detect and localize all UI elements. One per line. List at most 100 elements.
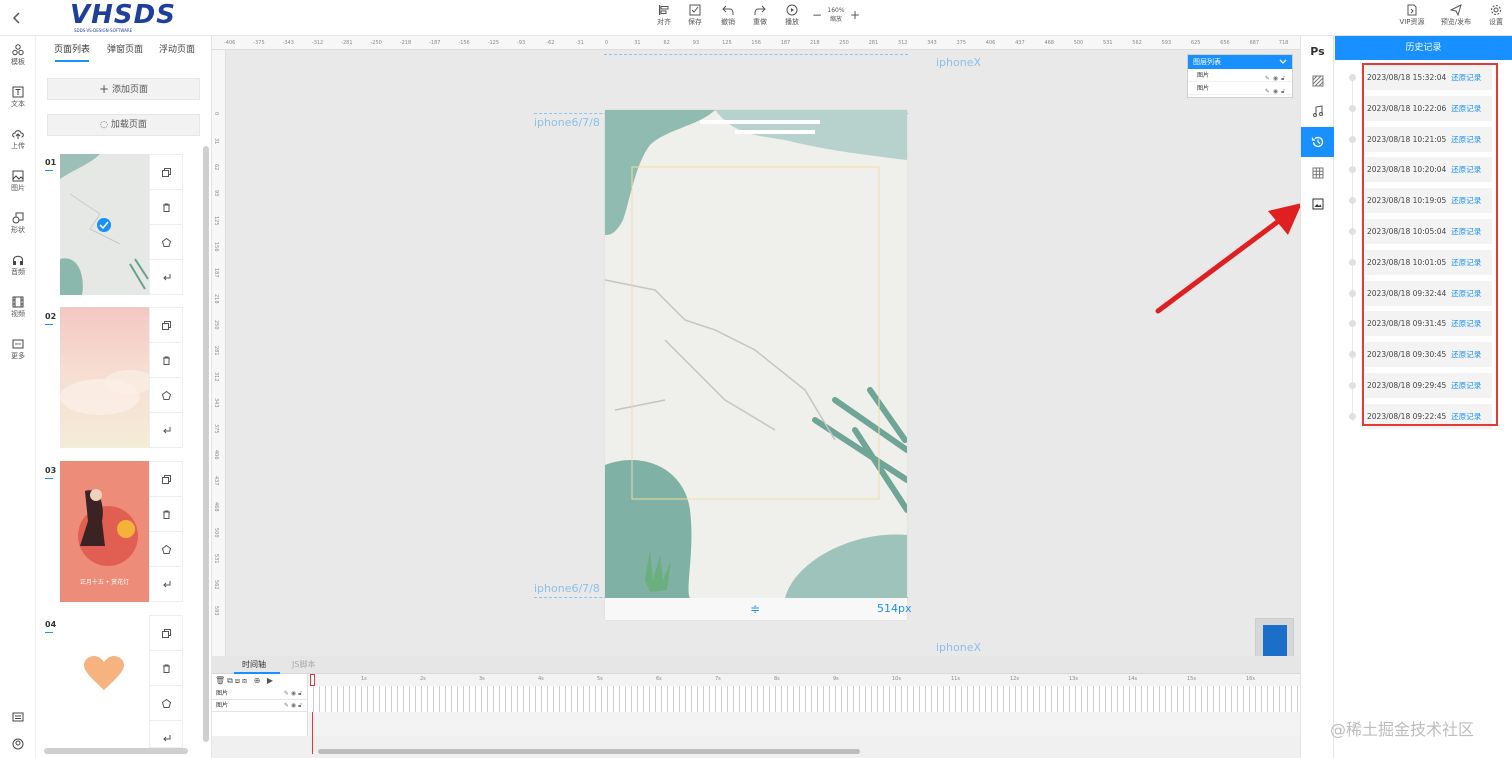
timeline-row[interactable]: 图片 ✎◉🔓︎ <box>212 688 308 700</box>
home-page-button[interactable] <box>150 532 182 567</box>
page-actions-3 <box>149 461 183 602</box>
timeline-row[interactable]: 图片 ✎◉🔓︎ <box>212 700 308 712</box>
vip-resources-button[interactable]: VIP资源 <box>1396 4 1428 27</box>
tab-page-list[interactable]: 页面列表 <box>54 42 90 55</box>
settings-button[interactable]: 设置 <box>1483 4 1509 27</box>
timeline-toolbar[interactable]: 🗑︎⧉⧈⧇ ⊕ ▶ <box>215 676 275 686</box>
grid-button[interactable] <box>1301 158 1334 188</box>
ruler-tick-label: 687 <box>1249 40 1260 46</box>
left-tool-rail: 模板 文本 上传 图片 形状 音频 视频 更多 <box>0 36 36 758</box>
undo-button[interactable]: 撤销 <box>714 4 742 27</box>
texture-button[interactable] <box>1301 66 1334 96</box>
timeline-second-label: 15s <box>1187 676 1196 682</box>
page-thumbnail-1[interactable] <box>60 154 149 295</box>
copy-icon <box>161 320 171 330</box>
enter-icon <box>162 735 170 742</box>
rail-item-template[interactable]: 模板 <box>0 44 36 67</box>
ruler-tick-label: -156 <box>458 40 470 46</box>
redo-button[interactable]: 重做 <box>746 4 774 27</box>
rail-item-image[interactable]: 图片 <box>0 170 36 193</box>
delete-page-button[interactable] <box>150 497 182 532</box>
image-frame-button[interactable] <box>1301 189 1334 219</box>
playhead-handle[interactable] <box>310 674 315 686</box>
page-thumbnail-3[interactable]: 正月十五 • 赏花灯 <box>60 461 149 602</box>
zoom-in-button[interactable]: + <box>850 8 860 22</box>
timeline-frames[interactable] <box>308 686 1300 712</box>
resize-handle-icon[interactable]: ≑ <box>750 602 760 616</box>
play-button[interactable]: 播放 <box>778 4 806 27</box>
chevron-down-icon <box>1279 59 1287 64</box>
delete-page-button[interactable] <box>150 343 182 378</box>
tab-floating-pages[interactable]: 浮动页面 <box>159 42 195 55</box>
layer-list-header[interactable]: 图层列表 <box>1188 55 1292 69</box>
photoshop-import-button[interactable]: Ps <box>1301 36 1334 66</box>
layer-row-icons[interactable]: ✎◉🔓︎ <box>1265 85 1288 98</box>
timeline-scrollbar[interactable] <box>318 749 860 754</box>
ruler-tick-label: -125 <box>487 40 500 46</box>
add-page-button[interactable]: + 添加页面 <box>47 78 200 100</box>
tab-popup-pages[interactable]: 弹窗页面 <box>107 42 143 55</box>
page-thumbnail-4[interactable] <box>60 615 149 748</box>
timeline-second-label: 2s <box>420 676 426 682</box>
rail-item-upload[interactable]: 上传 <box>0 128 36 151</box>
copy-page-button[interactable] <box>150 616 182 651</box>
rail-item-shape[interactable]: 形状 <box>0 212 36 235</box>
delete-page-button[interactable] <box>150 190 182 225</box>
layer-row[interactable]: 图片 ✎◉🔓︎ <box>1188 82 1292 95</box>
tab-js-script[interactable]: JS脚本 <box>292 659 315 670</box>
canvas-scroll-handle[interactable] <box>1285 136 1291 148</box>
layer-row[interactable]: 图片 ✎◉🔓︎ <box>1188 69 1292 82</box>
keyboard-button[interactable] <box>0 712 36 723</box>
rail-item-video[interactable]: 视频 <box>0 296 36 319</box>
page-list-scrollbar[interactable] <box>203 146 209 742</box>
user-button[interactable] <box>0 738 36 751</box>
history-dot <box>1349 197 1356 205</box>
iphonex-guide-top <box>604 54 908 55</box>
jump-page-button[interactable] <box>150 260 182 295</box>
home-page-button[interactable] <box>150 686 182 721</box>
zoom-out-button[interactable]: − <box>812 8 822 22</box>
load-page-button[interactable]: ◌ 加载页面 <box>47 114 200 136</box>
marble-background-image[interactable] <box>605 110 907 620</box>
jump-page-button[interactable] <box>150 413 182 448</box>
save-button[interactable]: 保存 <box>681 4 709 27</box>
copy-page-button[interactable] <box>150 462 182 497</box>
ruler-tick-label: 437 <box>213 476 219 486</box>
back-button[interactable] <box>6 8 28 28</box>
timeline-row-icons[interactable]: ✎◉🔓︎ <box>284 688 304 700</box>
redo-icon <box>754 5 766 15</box>
rail-item-text[interactable]: 文本 <box>0 86 36 109</box>
design-page[interactable] <box>605 110 907 620</box>
preview-publish-button[interactable]: 预览/发布 <box>1438 4 1474 27</box>
copy-page-button[interactable] <box>150 155 182 190</box>
horizontal-ruler: -406 -375 -343 -312 -281 -250 -218 -187 -156 -125… <box>212 36 1300 50</box>
ruler-tick-label: 156 <box>213 242 219 252</box>
timeline-second-label: 4s <box>538 676 544 682</box>
page-list-hscrollbar[interactable] <box>44 748 188 754</box>
rail-item-audio[interactable]: 音频 <box>0 254 36 277</box>
timeline-row-icons[interactable]: ✎◉🔓︎ <box>284 700 304 712</box>
history-dot <box>1349 258 1356 266</box>
page-thumbnail-2[interactable] <box>60 307 149 448</box>
trash-icon <box>162 203 170 212</box>
jump-page-button[interactable] <box>150 567 182 602</box>
copy-page-button[interactable] <box>150 308 182 343</box>
timeline-row-label: 图片 <box>216 702 229 709</box>
rail-item-more[interactable]: 更多 <box>0 338 36 361</box>
align-button[interactable]: 对齐 <box>650 4 678 27</box>
music-button[interactable] <box>1301 96 1334 126</box>
music-icon <box>1312 105 1323 117</box>
ruler-tick-label: 0 <box>604 40 609 46</box>
home-page-button[interactable] <box>150 225 182 260</box>
timeline-track[interactable]: 1s 2s 3s 4s 5s 6s 7s 8s 9s 10s 11s 12s 13s 14s 15s 16s <box>308 674 1300 754</box>
home-page-button[interactable] <box>150 378 182 413</box>
history-button[interactable] <box>1301 127 1334 157</box>
pentagon-home-icon <box>161 237 171 247</box>
enter-icon <box>162 427 170 434</box>
ruler-tick-label: 312 <box>897 40 908 46</box>
poster-text: 正月十五 • 赏花灯 <box>79 579 130 586</box>
ruler-tick-label: 125 <box>722 40 732 46</box>
play-label: 播放 <box>785 18 799 26</box>
delete-page-button[interactable] <box>150 651 182 686</box>
tab-timeline[interactable]: 时间轴 <box>242 659 266 670</box>
